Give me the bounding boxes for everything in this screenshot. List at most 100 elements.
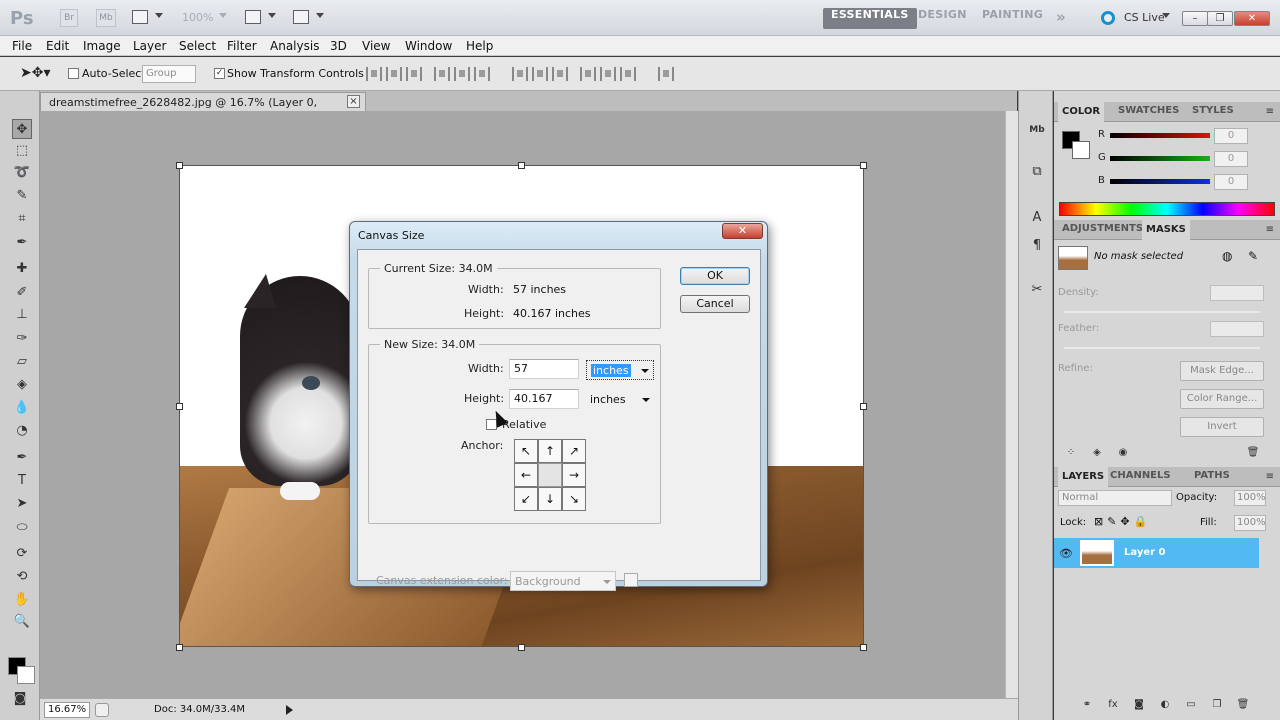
anchor-bottom-left[interactable]: ↙ bbox=[514, 487, 538, 511]
new-group-icon[interactable]: ▭ bbox=[1184, 699, 1198, 711]
path-selection-tool-icon[interactable]: ➤ bbox=[12, 494, 32, 514]
close-window-button[interactable]: ✕ bbox=[1234, 11, 1270, 26]
clone-stamp-tool-icon[interactable]: ⊥ bbox=[12, 305, 32, 325]
menu-analysis[interactable]: Analysis bbox=[270, 39, 319, 53]
minimize-window-button[interactable]: – bbox=[1182, 11, 1208, 26]
tab-channels[interactable]: CHANNELS bbox=[1106, 470, 1175, 481]
align-left-icon[interactable] bbox=[434, 67, 450, 81]
quick-mask-icon[interactable]: ◙ bbox=[10, 689, 30, 709]
width-unit-dropdown[interactable]: inches bbox=[586, 360, 654, 380]
delete-mask-icon[interactable]: 🗑 bbox=[1246, 447, 1260, 459]
auto-select-checkbox[interactable] bbox=[68, 68, 79, 79]
view-extras-icon[interactable] bbox=[132, 10, 148, 24]
mini-bridge-panel-icon[interactable]: Mb bbox=[1028, 121, 1046, 139]
menu-filter[interactable]: Filter bbox=[227, 39, 257, 53]
mini-bridge-button[interactable]: Mb bbox=[96, 9, 116, 27]
red-channel-value[interactable]: 0 bbox=[1214, 128, 1248, 144]
anchor-top-center[interactable]: ↑ bbox=[538, 439, 562, 463]
eyedropper-tool-icon[interactable]: ✒ bbox=[12, 233, 32, 253]
cs-live-dropdown-icon[interactable] bbox=[1162, 13, 1170, 18]
distribute-horizontal-centers-icon[interactable] bbox=[600, 67, 616, 81]
tab-styles[interactable]: STYLES bbox=[1188, 105, 1238, 116]
blend-mode-dropdown[interactable]: Normal bbox=[1058, 490, 1172, 506]
ok-button[interactable]: OK bbox=[680, 267, 750, 285]
menu-layer[interactable]: Layer bbox=[133, 39, 166, 53]
align-top-icon[interactable] bbox=[366, 67, 382, 81]
mask-edge-button[interactable]: Mask Edge... bbox=[1180, 361, 1264, 381]
marquee-tool-icon[interactable]: ⬚ bbox=[12, 141, 32, 161]
transform-handle-top-left[interactable] bbox=[176, 162, 183, 169]
show-transform-checkbox[interactable]: ✓ bbox=[214, 68, 225, 79]
lasso-tool-icon[interactable]: ➰ bbox=[12, 163, 32, 183]
status-info-icon[interactable] bbox=[95, 703, 109, 717]
view-extras-dropdown-icon[interactable] bbox=[155, 13, 163, 18]
blur-tool-icon[interactable]: 💧 bbox=[12, 398, 32, 418]
pen-tool-icon[interactable]: ✒ bbox=[12, 448, 32, 468]
align-vertical-centers-icon[interactable] bbox=[386, 67, 402, 81]
arrange-documents-icon[interactable] bbox=[245, 10, 261, 24]
status-menu-arrow-icon[interactable] bbox=[286, 705, 293, 715]
distribute-right-icon[interactable] bbox=[620, 67, 636, 81]
masks-panel-menu-icon[interactable]: ≡ bbox=[1266, 224, 1274, 235]
tab-layers[interactable]: LAYERS bbox=[1058, 467, 1109, 488]
distribute-bottom-icon[interactable] bbox=[552, 67, 568, 81]
vector-mask-icon[interactable]: ✎ bbox=[1248, 249, 1258, 263]
color-panel-menu-icon[interactable]: ≡ bbox=[1266, 106, 1274, 117]
menu-edit[interactable]: Edit bbox=[46, 39, 69, 53]
layers-panel-menu-icon[interactable]: ≡ bbox=[1266, 471, 1274, 482]
width-input[interactable]: 57 bbox=[509, 359, 579, 379]
disable-mask-icon[interactable]: ◉ bbox=[1116, 447, 1130, 459]
menu-window[interactable]: Window bbox=[405, 39, 452, 53]
close-document-icon[interactable]: × bbox=[347, 95, 360, 108]
workspace-design[interactable]: DESIGN bbox=[910, 8, 975, 29]
color-range-button[interactable]: Color Range... bbox=[1180, 389, 1264, 409]
eraser-tool-icon[interactable]: ▱ bbox=[12, 352, 32, 372]
blue-channel-slider[interactable] bbox=[1110, 179, 1210, 184]
delete-layer-icon[interactable]: 🗑 bbox=[1236, 699, 1250, 711]
paint-bucket-tool-icon[interactable]: ◈ bbox=[12, 375, 32, 395]
transform-handle-middle-left[interactable] bbox=[176, 403, 183, 410]
bridge-button[interactable]: Br bbox=[60, 9, 78, 27]
load-selection-icon[interactable]: ⁘ bbox=[1064, 447, 1078, 459]
menu-file[interactable]: File bbox=[12, 39, 32, 53]
shape-tool-icon[interactable]: ⬭ bbox=[12, 518, 32, 538]
history-brush-tool-icon[interactable]: ✑ bbox=[12, 329, 32, 349]
history-panel-icon[interactable]: ⧉ bbox=[1028, 163, 1046, 181]
lock-icons[interactable]: ⊠✎✥🔒 bbox=[1094, 515, 1151, 528]
character-panel-icon[interactable]: A bbox=[1028, 209, 1046, 227]
zoom-dropdown-icon[interactable] bbox=[219, 13, 227, 18]
height-unit-dropdown[interactable]: inches bbox=[586, 390, 654, 410]
fill-field[interactable]: 100% bbox=[1234, 515, 1266, 531]
adjustment-layer-icon[interactable]: ◐ bbox=[1158, 699, 1172, 711]
move-tool-icon[interactable]: ✥ bbox=[12, 119, 32, 139]
brush-tool-icon[interactable]: ✐ bbox=[12, 283, 32, 303]
anchor-middle-right[interactable]: → bbox=[562, 463, 586, 487]
pixel-mask-icon[interactable]: ◍ bbox=[1222, 249, 1232, 263]
height-input[interactable]: 40.167 bbox=[509, 389, 579, 409]
feather-field[interactable] bbox=[1210, 321, 1264, 337]
canvas-extension-color-swatch[interactable] bbox=[624, 573, 638, 587]
zoom-percentage-field[interactable]: 16.67% bbox=[44, 702, 90, 718]
anchor-middle-left[interactable]: ← bbox=[514, 463, 538, 487]
3d-orbit-tool-icon[interactable]: ⟲ bbox=[12, 567, 32, 587]
tool-presets-panel-icon[interactable]: ✂ bbox=[1028, 281, 1046, 299]
opacity-field[interactable]: 100% bbox=[1234, 490, 1266, 506]
distribute-vertical-centers-icon[interactable] bbox=[532, 67, 548, 81]
dodge-tool-icon[interactable]: ◔ bbox=[12, 421, 32, 441]
menu-3d[interactable]: 3D bbox=[330, 39, 347, 53]
type-tool-icon[interactable]: T bbox=[12, 471, 32, 491]
cs-live-menu[interactable]: CS Live bbox=[1124, 11, 1165, 24]
canvas-vertical-scrollbar[interactable] bbox=[1005, 111, 1018, 698]
distribute-left-icon[interactable] bbox=[580, 67, 596, 81]
move-tool-preset-icon[interactable]: ➤✥▾ bbox=[20, 65, 54, 83]
anchor-bottom-right[interactable]: ↘ bbox=[562, 487, 586, 511]
zoom-level-field[interactable]: 100% bbox=[182, 11, 213, 24]
transform-handle-top-center[interactable] bbox=[518, 162, 525, 169]
canvas-extension-color-dropdown[interactable]: Background bbox=[510, 571, 616, 591]
tab-paths[interactable]: PATHS bbox=[1190, 470, 1234, 481]
screen-mode-dropdown-icon[interactable] bbox=[316, 13, 324, 18]
align-right-icon[interactable] bbox=[474, 67, 490, 81]
color-panel-background-swatch[interactable] bbox=[1072, 141, 1090, 159]
link-layers-icon[interactable]: ⚭ bbox=[1080, 699, 1094, 711]
workspace-painting[interactable]: PAINTING bbox=[974, 8, 1051, 29]
